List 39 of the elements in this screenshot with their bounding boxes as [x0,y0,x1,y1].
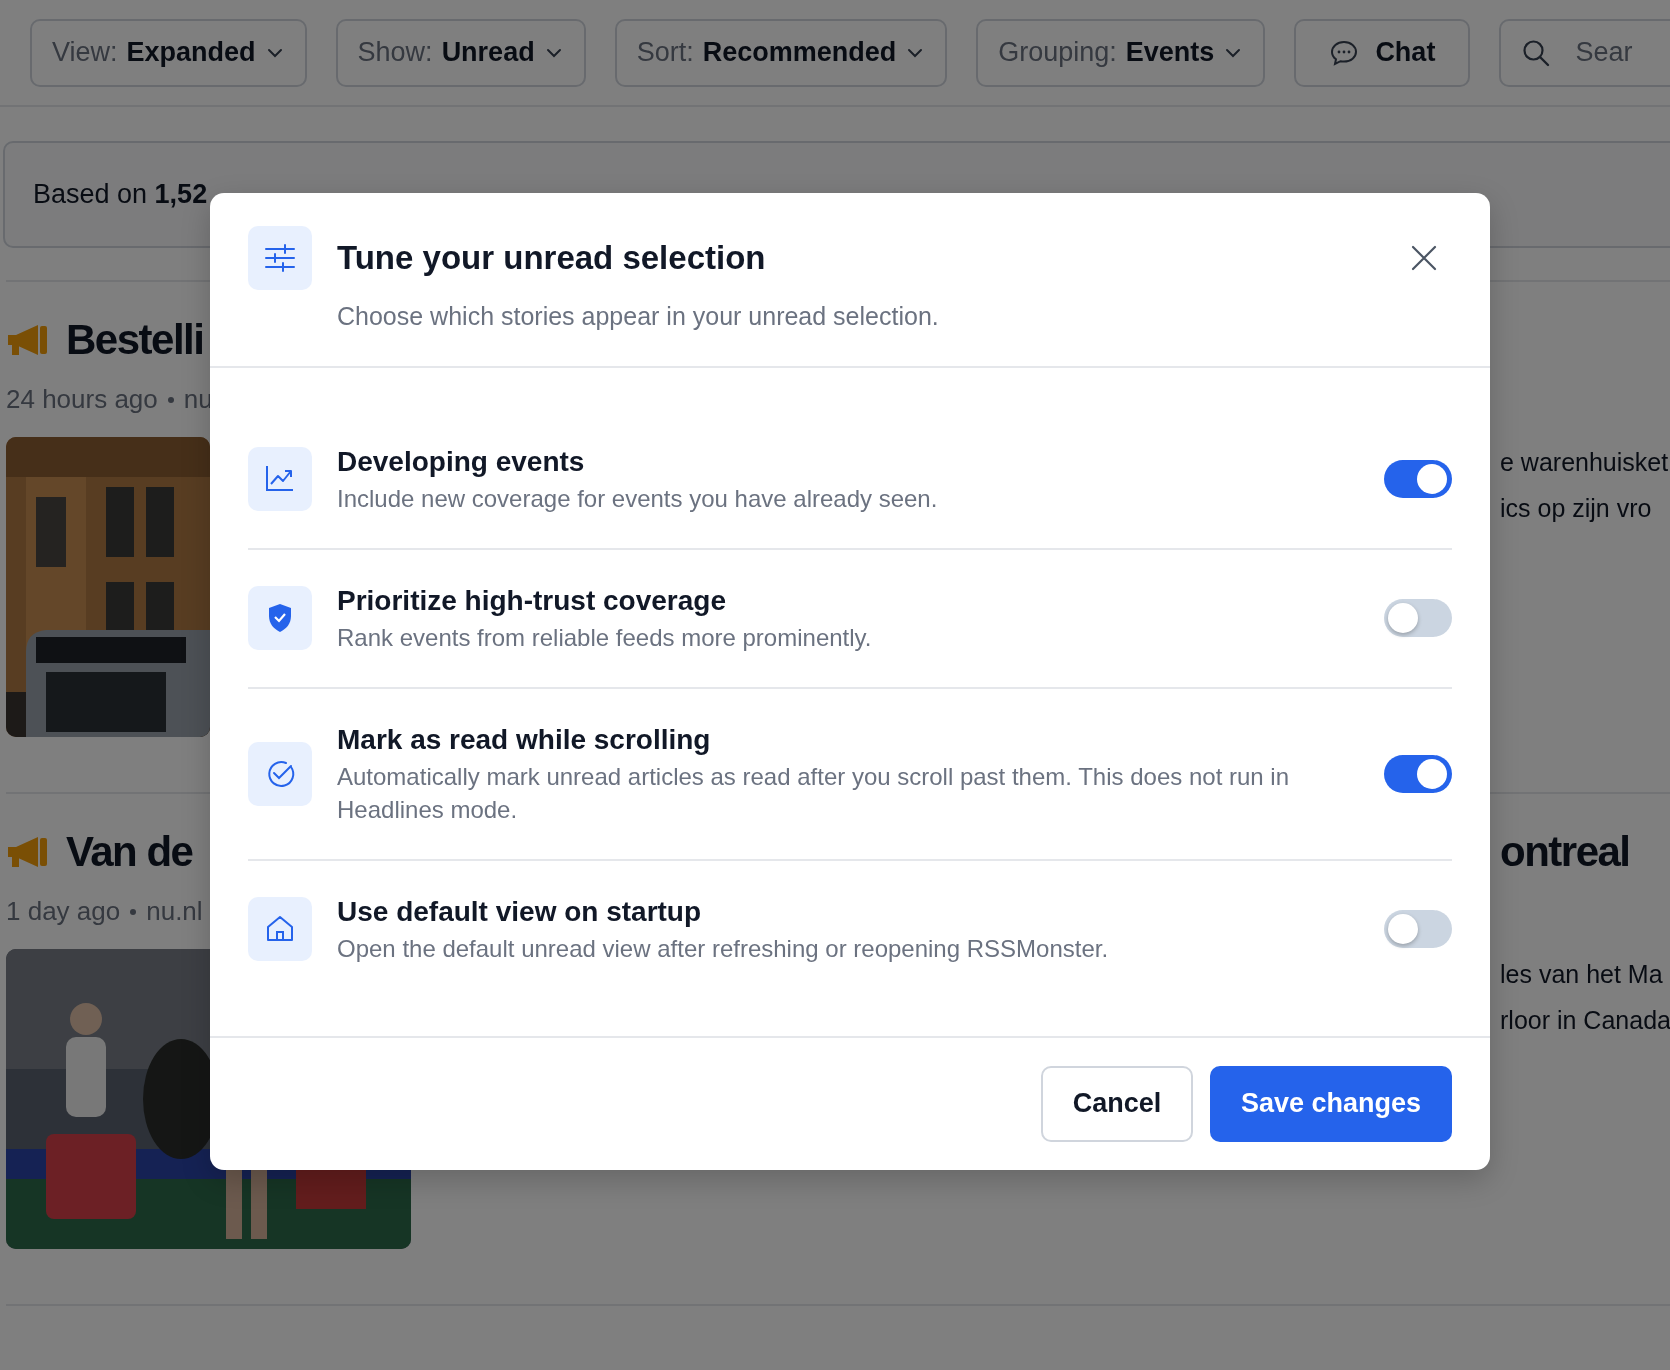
filter-dropdown[interactable]: View: Expanded [30,18,307,87]
save-button[interactable]: Save changes [1210,1065,1452,1142]
article-title[interactable]: Bestelli [66,312,204,368]
option-title: Use default view on startup [337,894,703,929]
toggle-switch[interactable] [1384,460,1452,498]
dot-separator-icon [167,396,174,403]
dot-separator-icon [130,908,137,915]
article-time: 24 hours ago [6,383,158,416]
option-title: Developing events [337,444,586,479]
option-description: Rank events from reliable feeds more prominently. [337,622,873,653]
option-title: Mark as read while scrolling [337,722,712,757]
summary-text: Based on 1,52 [33,178,208,212]
excerpt-line: les van het Ma [1500,959,1664,990]
excerpt-line: e warenhuisket [1500,447,1670,478]
toggle-switch[interactable] [1384,754,1452,793]
toggle-switch[interactable] [1384,910,1452,948]
megaphone-icon [6,835,50,869]
cancel-button[interactable]: Cancel [1041,1065,1193,1142]
filter-dropdown[interactable]: Grouping: Events [976,18,1266,87]
sliders-icon [265,244,295,272]
search-field[interactable]: Sear [1499,18,1670,87]
modal-subtitle: Choose which stories appear in your unread selection. [337,301,939,332]
filter-dropdown[interactable]: Show: Unread [335,18,586,87]
article-source: nu.nl [146,895,203,928]
chat-button[interactable]: Chat [1294,18,1471,87]
article-time: 1 day ago [6,895,121,928]
article-title[interactable]: Van de [66,824,193,880]
megaphone-icon [6,323,50,357]
modal-title: Tune your unread selection [337,238,767,278]
filter-dropdown[interactable]: Sort: Recommended [614,18,948,87]
option-title: Prioritize high-trust coverage [337,583,727,618]
option-description: Automatically mark unread articles as read after you scroll past them. This does not run in Headlines mode. [337,761,1290,825]
toggle-switch[interactable] [1384,599,1452,637]
chat-bubble-icon [1329,38,1360,67]
option-description: Open the default unread view after refreshing or reopening RSSMonster. [337,933,1110,964]
search-icon [1521,37,1552,68]
article-title[interactable]: ontreal [1500,824,1670,880]
option-description: Include new coverage for events you have already seen. [337,483,939,514]
excerpt-line: ics op zijn vro [1500,493,1653,524]
